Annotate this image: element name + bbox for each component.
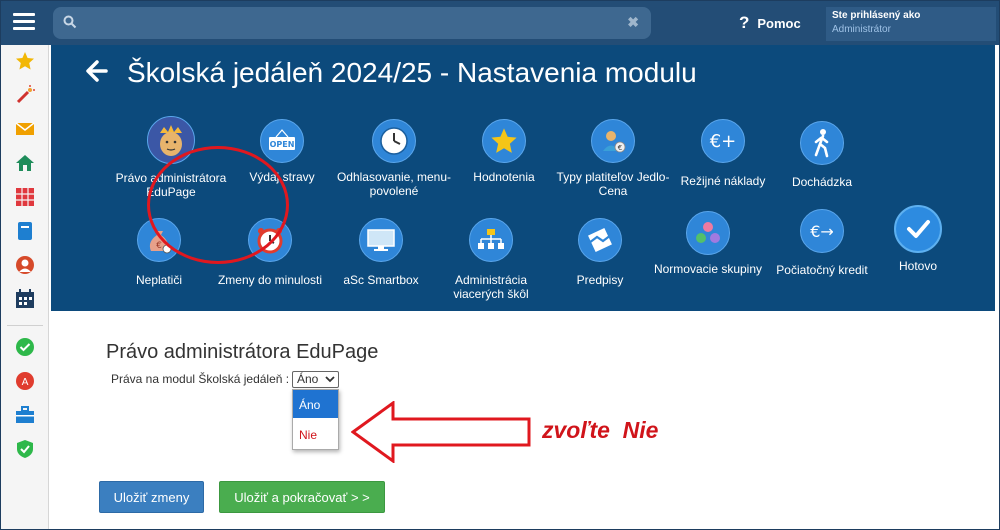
clock-icon bbox=[372, 119, 416, 163]
question-icon: ? bbox=[739, 13, 750, 32]
mail-icon[interactable] bbox=[15, 119, 35, 139]
module-cancellations[interactable]: Odhlasovanie, menu-povolené bbox=[334, 119, 454, 198]
module-label: Hodnotenia bbox=[473, 170, 535, 184]
search-input[interactable]: ✖ bbox=[53, 7, 651, 39]
star-icon[interactable] bbox=[15, 51, 35, 71]
module-norm-groups[interactable]: Normovacie skupiny bbox=[648, 211, 768, 276]
module-label: Zmeny do minulosti bbox=[217, 273, 323, 287]
module-ratings[interactable]: Hodnotenia bbox=[444, 119, 564, 184]
calendar-icon[interactable] bbox=[15, 289, 35, 309]
module-payer-types[interactable]: € Typy platiteľov Jedlo-Cena bbox=[553, 119, 673, 198]
checkmark-icon bbox=[894, 205, 942, 253]
save-continue-button[interactable]: Uložiť a pokračovať > > bbox=[219, 481, 385, 513]
sidebar: A bbox=[1, 45, 49, 529]
module-label: Odhlasovanie, menu-povolené bbox=[336, 170, 452, 198]
option-nie[interactable]: Nie bbox=[293, 418, 338, 449]
annotation-hint-text: zvoľte Nie bbox=[542, 417, 659, 443]
annotation-arrow-icon bbox=[350, 400, 531, 468]
svg-text:OPEN: OPEN bbox=[270, 140, 295, 149]
svg-text:€: € bbox=[156, 241, 162, 251]
clear-search-icon[interactable]: ✖ bbox=[627, 14, 639, 31]
user-name: Administrátor bbox=[832, 24, 891, 35]
timetable-icon[interactable] bbox=[15, 187, 35, 207]
hamburger-menu-icon[interactable] bbox=[13, 13, 35, 31]
walking-person-icon bbox=[800, 121, 844, 165]
rights-select[interactable]: Áno bbox=[292, 371, 339, 388]
person-icon[interactable] bbox=[15, 255, 35, 275]
page-title: Školská jedáleň 2024/25 - Nastavenia mod… bbox=[127, 57, 697, 88]
error-icon[interactable]: A bbox=[15, 371, 35, 391]
shield-icon[interactable] bbox=[15, 439, 35, 459]
home-icon[interactable] bbox=[15, 153, 35, 173]
section-title: Právo administrátora EduPage bbox=[106, 341, 379, 363]
open-sign-icon: OPEN bbox=[260, 119, 304, 163]
module-settings-panel: Školská jedáleň 2024/25 - Nastavenia mod… bbox=[51, 45, 995, 311]
rights-dropdown-list: Áno Nie bbox=[292, 389, 339, 450]
star-icon bbox=[482, 119, 526, 163]
briefcase-icon[interactable] bbox=[15, 405, 35, 425]
main-content: Právo administrátora EduPage Práva na mo… bbox=[51, 311, 995, 529]
groups-icon bbox=[686, 211, 730, 255]
module-regulations[interactable]: Predpisy bbox=[540, 218, 660, 287]
search-icon bbox=[63, 15, 77, 34]
svg-text:A: A bbox=[22, 377, 29, 388]
module-smartbox[interactable]: aSc Smartbox bbox=[321, 218, 441, 287]
option-ano[interactable]: Áno bbox=[293, 390, 338, 418]
chevron-down-icon bbox=[325, 373, 335, 388]
check-icon[interactable] bbox=[15, 337, 35, 357]
monitor-icon bbox=[359, 218, 403, 262]
module-label: Normovacie skupiny bbox=[653, 262, 763, 276]
module-label: Typy platiteľov Jedlo-Cena bbox=[556, 170, 670, 198]
module-label: Neplatiči bbox=[135, 273, 183, 287]
euro-plus-icon: €+ bbox=[701, 119, 745, 163]
svg-text:€: € bbox=[618, 144, 622, 152]
login-status-text: Ste prihlásený ako bbox=[832, 10, 921, 21]
sidebar-divider bbox=[7, 325, 43, 326]
hierarchy-icon bbox=[469, 218, 513, 262]
save-button[interactable]: Uložiť zmeny bbox=[99, 481, 204, 513]
back-arrow-icon[interactable] bbox=[85, 59, 109, 88]
book-icon[interactable] bbox=[15, 221, 35, 241]
module-label: Administrácia viacerých škôl bbox=[453, 273, 529, 301]
help-label: Pomoc bbox=[757, 16, 801, 31]
rights-select-value: Áno bbox=[297, 372, 319, 386]
module-label: aSc Smartbox bbox=[343, 273, 419, 287]
user-box[interactable]: Ste prihlásený ako Administrátor bbox=[826, 7, 996, 41]
app-window: ✖ ? Pomoc Ste prihlásený ako Administráto… bbox=[0, 0, 1000, 530]
module-multi-school-admin[interactable]: Administrácia viacerých škôl bbox=[431, 218, 551, 301]
module-attendance[interactable]: Dochádzka bbox=[762, 121, 882, 189]
module-label: Dochádzka bbox=[791, 175, 853, 189]
magic-wand-icon[interactable] bbox=[15, 85, 35, 105]
rights-label: Práva na modul Školská jedáleň : bbox=[111, 372, 290, 386]
module-label: Hotovo bbox=[898, 259, 938, 273]
module-done[interactable]: Hotovo bbox=[858, 205, 978, 273]
annotation-highlight-ring bbox=[147, 146, 289, 264]
help-link[interactable]: ? Pomoc bbox=[739, 13, 801, 33]
payer-icon: € bbox=[591, 119, 635, 163]
module-label: Predpisy bbox=[576, 273, 624, 287]
top-bar: ✖ ? Pomoc Ste prihlásený ako Administráto… bbox=[1, 1, 999, 45]
handshake-icon bbox=[578, 218, 622, 262]
euro-arrow-icon: €→ bbox=[800, 209, 844, 253]
